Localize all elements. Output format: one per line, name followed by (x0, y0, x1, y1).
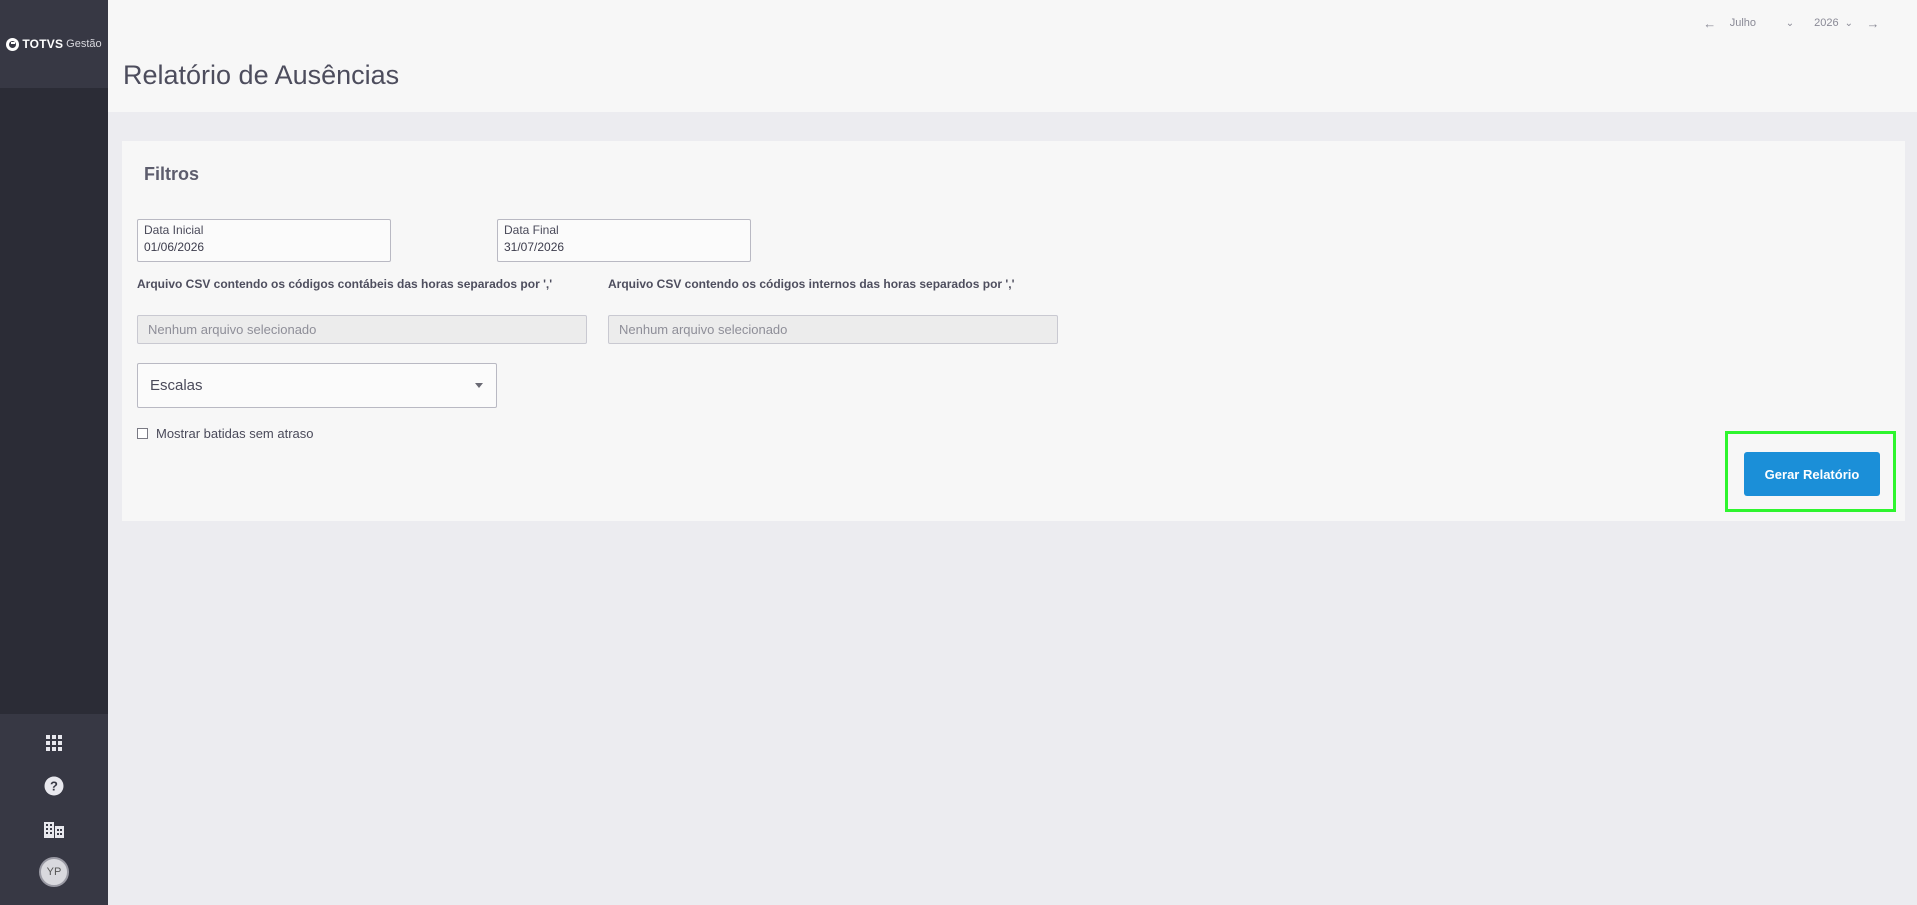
logo-brand: TOTVS (22, 37, 64, 51)
company-icon (44, 822, 64, 838)
show-punches-label[interactable]: Mostrar batidas sem atraso (156, 426, 314, 441)
company-button[interactable] (0, 812, 108, 846)
svg-text:?: ? (50, 779, 58, 794)
csv-accounting-label: Arquivo CSV contendo os códigos contábei… (137, 277, 553, 291)
filters-title: Filtros (144, 164, 200, 184)
arrow-left-icon: ← (1703, 15, 1717, 31)
end-date-label: Data Final (504, 223, 559, 237)
scales-select[interactable]: Escalas (137, 363, 497, 408)
chevron-down-icon: ⌄ (1785, 17, 1795, 29)
previous-month-button[interactable]: ← (1700, 14, 1720, 32)
logo-product: Gestão (66, 38, 102, 50)
totvs-logo-icon (6, 37, 20, 51)
sidebar: TOTVS Gestão ? YP (0, 0, 108, 905)
month-select[interactable]: Julho ⌄ (1720, 17, 1804, 29)
scales-select-placeholder: Escalas (150, 377, 203, 394)
apps-grid-icon (46, 735, 62, 751)
page-header: Relatório de Ausências ← Julho ⌄ 2026 ⌄ … (108, 0, 1917, 112)
csv-internal-file-input[interactable]: Nenhum arquivo selecionado (608, 315, 1058, 344)
end-date-input[interactable] (504, 239, 744, 256)
help-icon: ? (44, 776, 64, 796)
sidebar-bottom-menu: ? YP (0, 714, 108, 905)
filters-card: Filtros Data Inicial Data Final Arquivo … (122, 141, 1905, 521)
caret-down-icon (475, 383, 483, 388)
next-month-button[interactable]: → (1863, 14, 1883, 32)
user-avatar-button[interactable]: YP (0, 855, 108, 889)
csv-accounting-file-input[interactable]: Nenhum arquivo selecionado (137, 315, 587, 344)
start-date-input[interactable] (144, 239, 384, 256)
year-value: 2026 (1814, 17, 1839, 29)
totvs-logo[interactable]: TOTVS Gestão (0, 0, 108, 88)
year-select[interactable]: 2026 ⌄ (1804, 17, 1863, 29)
show-punches-checkbox[interactable] (137, 428, 148, 439)
period-selector: ← Julho ⌄ 2026 ⌄ → (1700, 14, 1883, 32)
avatar: YP (39, 857, 69, 887)
arrow-right-icon: → (1866, 15, 1880, 31)
end-date-field[interactable]: Data Final (497, 219, 751, 262)
start-date-field[interactable]: Data Inicial (137, 219, 391, 262)
help-button[interactable]: ? (0, 769, 108, 803)
generate-report-button[interactable]: Gerar Relatório (1744, 452, 1880, 496)
page-title: Relatório de Ausências (123, 60, 400, 90)
show-punches-row: Mostrar batidas sem atraso (137, 426, 314, 441)
start-date-label: Data Inicial (144, 223, 204, 237)
chevron-down-icon: ⌄ (1844, 17, 1853, 29)
csv-internal-label: Arquivo CSV contendo os códigos internos… (608, 277, 1015, 291)
apps-grid-button[interactable] (0, 726, 108, 760)
month-value: Julho (1729, 17, 1757, 29)
